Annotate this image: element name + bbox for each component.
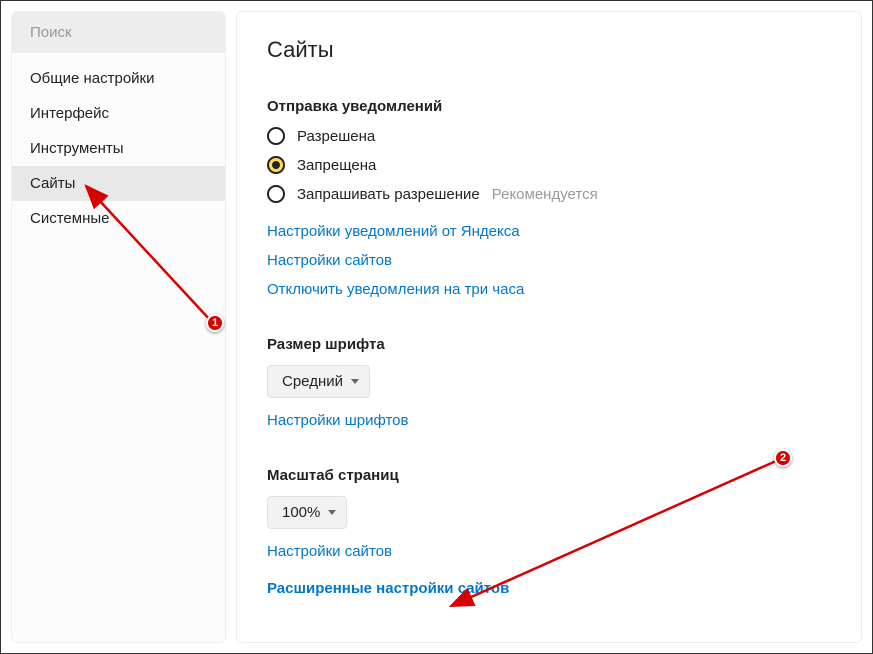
- radio-label: Запрашивать разрешение: [297, 186, 480, 203]
- sidebar-item-system[interactable]: Системные: [12, 201, 225, 236]
- radio-label: Запрещена: [297, 157, 376, 174]
- font-heading: Размер шрифта: [267, 336, 831, 353]
- sidebar-item-general[interactable]: Общие настройки: [12, 61, 225, 96]
- radio-hint: Рекомендуется: [492, 186, 598, 203]
- link-disable-3h[interactable]: Отключить уведомления на три часа: [267, 281, 524, 298]
- sidebar-items: Общие настройки Интерфейс Инструменты Са…: [12, 53, 225, 236]
- annotation-marker-1: 1: [206, 314, 224, 332]
- search-input[interactable]: Поиск: [12, 12, 225, 53]
- link-font-settings[interactable]: Настройки шрифтов: [267, 412, 409, 429]
- link-site-settings[interactable]: Настройки сайтов: [267, 252, 392, 269]
- notifications-radio-group: Разрешена Запрещена Запрашивать разрешен…: [267, 127, 831, 203]
- radio-label: Разрешена: [297, 128, 375, 145]
- notifications-section: Отправка уведомлений Разрешена Запрещена…: [267, 98, 831, 298]
- sidebar-item-interface[interactable]: Интерфейс: [12, 96, 225, 131]
- annotation-marker-2: 2: [774, 449, 792, 467]
- radio-ask[interactable]: Запрашивать разрешение Рекомендуется: [267, 185, 831, 203]
- font-section: Размер шрифта Средний Настройки шрифтов: [267, 336, 831, 429]
- link-yandex-notifications[interactable]: Настройки уведомлений от Яндекса: [267, 223, 520, 240]
- sidebar: Поиск Общие настройки Интерфейс Инструме…: [11, 11, 226, 643]
- font-size-dropdown[interactable]: Средний: [267, 365, 370, 398]
- zoom-section: Масштаб страниц 100% Настройки сайтов: [267, 467, 831, 560]
- radio-icon: [267, 156, 285, 174]
- radio-blocked[interactable]: Запрещена: [267, 156, 831, 174]
- sidebar-item-tools[interactable]: Инструменты: [12, 131, 225, 166]
- page-title: Сайты: [267, 37, 831, 63]
- dropdown-value: 100%: [282, 504, 320, 521]
- sidebar-item-sites[interactable]: Сайты: [12, 166, 225, 201]
- radio-icon: [267, 127, 285, 145]
- radio-allowed[interactable]: Разрешена: [267, 127, 831, 145]
- chevron-down-icon: [328, 510, 336, 515]
- notifications-heading: Отправка уведомлений: [267, 98, 831, 115]
- link-zoom-site-settings[interactable]: Настройки сайтов: [267, 543, 392, 560]
- dropdown-value: Средний: [282, 373, 343, 390]
- link-advanced-site-settings[interactable]: Расширенные настройки сайтов: [267, 580, 509, 597]
- chevron-down-icon: [351, 379, 359, 384]
- zoom-dropdown[interactable]: 100%: [267, 496, 347, 529]
- radio-icon: [267, 185, 285, 203]
- main-panel: Сайты Отправка уведомлений Разрешена Зап…: [236, 11, 862, 643]
- zoom-heading: Масштаб страниц: [267, 467, 831, 484]
